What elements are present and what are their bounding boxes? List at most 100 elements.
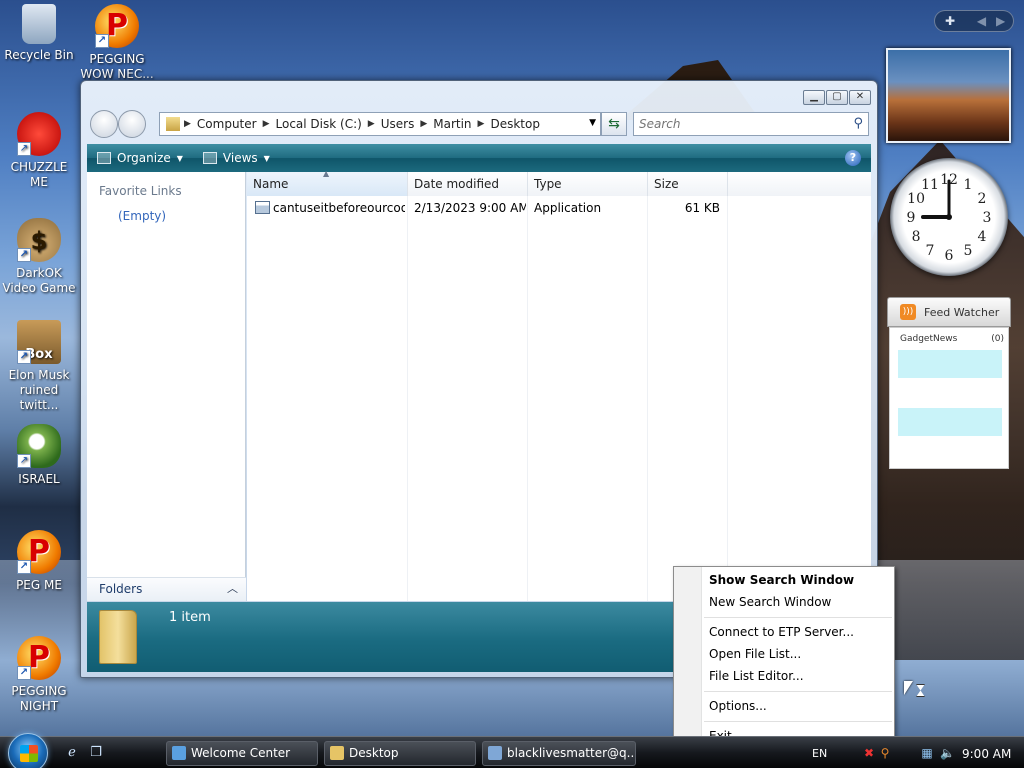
menu-item-new-search-window[interactable]: New Search Window [709, 592, 831, 612]
desktop-icon-label: DarkOK Video Game [2, 266, 76, 295]
close-button[interactable]: ✕ [849, 90, 871, 105]
task-email[interactable]: blacklivesmatter@q... [482, 741, 636, 766]
desktop-icon-label: PEGGING WOW NEC... [80, 52, 154, 81]
file-list: Name Date modified Type Size ▲ cantuseit… [247, 169, 871, 601]
clock-numeral: 3 [983, 210, 992, 226]
forward-button[interactable] [118, 110, 146, 138]
column-divider [727, 196, 728, 601]
desktop-icon-chuzzle[interactable]: ↗ CHUZZLE ME [0, 112, 78, 190]
address-dropdown-icon[interactable]: ▼ [589, 118, 596, 128]
menu-item-connect-etp[interactable]: Connect to ETP Server... [709, 622, 854, 642]
search-tray-icon[interactable]: ⚲ [878, 746, 892, 760]
search-input[interactable] [634, 113, 834, 135]
chevron-left-icon[interactable]: ◀ [977, 14, 986, 28]
internet-explorer-icon[interactable]: ℯ [64, 745, 80, 761]
mail-icon [488, 746, 502, 760]
address-bar[interactable]: ▶ Computer ▶ Local Disk (C:) ▶ Users ▶ M… [159, 112, 601, 136]
menu-separator [704, 617, 892, 618]
breadcrumb-users[interactable]: Users [375, 117, 421, 131]
start-button[interactable] [8, 733, 48, 768]
feed-body: GadgetNews (0) [889, 327, 1009, 469]
breadcrumb-martin[interactable]: Martin [427, 117, 477, 131]
task-desktop[interactable]: Desktop [324, 741, 476, 766]
add-gadget-icon[interactable]: ✚ [945, 14, 955, 28]
menu-item-open-file-list[interactable]: Open File List... [709, 644, 801, 664]
clock-gadget[interactable]: 123456789101112 [890, 158, 1008, 276]
help-icon[interactable]: ? [845, 150, 861, 166]
clock-face: 123456789101112 [907, 172, 992, 264]
network-icon[interactable]: ▦ [920, 746, 934, 760]
sort-up-icon: ▲ [323, 169, 330, 178]
column-header-type[interactable]: Type [528, 172, 648, 196]
menu-item-options[interactable]: Options... [709, 696, 767, 716]
menu-item-file-list-editor[interactable]: File List Editor... [709, 666, 804, 686]
maximize-button[interactable]: ▢ [826, 90, 848, 105]
file-type-cell: Application [534, 201, 602, 215]
breadcrumb-local-disk[interactable]: Local Disk (C:) [270, 117, 368, 131]
column-divider [407, 196, 408, 601]
column-header-date[interactable]: Date modified [408, 172, 528, 196]
clock-center [946, 214, 952, 220]
desktop-icon-elon[interactable]: Box ↗ Elon Musk ruined twitt... [0, 320, 78, 413]
volume-icon[interactable]: 🔈 [940, 746, 955, 760]
system-tray: EN ✖ ⚲ ▦ 🔈 9:00 AM [808, 742, 1020, 766]
box-game-icon: Box ↗ [17, 320, 61, 364]
feed-source: GadgetNews [900, 334, 958, 344]
column-header-size[interactable]: Size [648, 172, 728, 196]
language-indicator[interactable]: EN [812, 747, 827, 760]
clock-numeral: 7 [926, 243, 935, 259]
desktop-icon-peg-me[interactable]: P ↗ PEG ME [0, 530, 78, 593]
menu-item-show-search-window[interactable]: Show Search Window [709, 570, 854, 590]
feed-header: ))) Feed Watcher [887, 297, 1011, 327]
shortcut-arrow-icon: ↗ [17, 350, 31, 364]
desktop-icon-israel[interactable]: ↗ ISRAEL [0, 424, 78, 487]
desktop-icon-pegging-wow[interactable]: P ↗ PEGGING WOW NEC... [78, 4, 156, 82]
desktop-icon-label: PEGGING NIGHT [11, 684, 67, 713]
table-row[interactable]: cantuseitbeforeourcoo... 2/13/2023 9:00 … [247, 198, 727, 218]
chevron-down-icon: ▼ [176, 153, 183, 163]
back-button[interactable] [90, 110, 118, 138]
folder-icon [166, 117, 180, 131]
clock-numeral: 6 [945, 248, 954, 264]
sidebar-controls[interactable]: ✚ ◀ ▶ [934, 10, 1014, 32]
shortcut-arrow-icon: ↗ [17, 560, 31, 574]
recycle-bin-icon [22, 4, 56, 44]
desktop-icon-pegging-night[interactable]: P ↗ PEGGING NIGHT [0, 636, 78, 714]
breadcrumb-arrow-icon: ▶ [184, 119, 191, 129]
file-name-cell: cantuseitbeforeourcoo... [255, 198, 405, 218]
minimize-button[interactable]: ▁ [803, 90, 825, 105]
organize-button[interactable]: Organize ▼ [87, 144, 193, 172]
clock-numeral: 5 [964, 243, 973, 259]
breadcrumb-computer[interactable]: Computer [191, 117, 263, 131]
feed-count: (0) [991, 334, 1004, 344]
taskbar-clock[interactable]: 9:00 AM [962, 747, 1011, 761]
security-alert-icon[interactable]: ✖ [862, 746, 876, 760]
desktop-icon-label: CHUZZLE ME [10, 160, 68, 189]
breadcrumb-desktop[interactable]: Desktop [484, 117, 546, 131]
views-button[interactable]: Views ▼ [193, 144, 280, 172]
folders-toggle[interactable]: Folders ︿ [87, 577, 246, 601]
search-box[interactable]: ⚲ [633, 112, 869, 136]
desktop-icon-recycle-bin[interactable]: Recycle Bin [0, 4, 78, 63]
feed-item[interactable] [898, 350, 1002, 378]
money-bag-icon: $ ↗ [17, 218, 61, 262]
chevron-right-icon[interactable]: ▶ [996, 14, 1005, 28]
file-date-cell: 2/13/2023 9:00 AM [414, 201, 526, 215]
menu-separator [704, 721, 892, 722]
slideshow-gadget[interactable] [886, 48, 1011, 143]
chevron-up-icon: ︿ [227, 582, 238, 595]
application-icon [255, 201, 270, 214]
breadcrumb-arrow-icon: ▶ [477, 119, 485, 129]
search-icon[interactable]: ⚲ [853, 116, 863, 131]
feed-item[interactable] [898, 408, 1002, 436]
windows-logo-icon [20, 745, 38, 762]
task-welcome-center[interactable]: Welcome Center [166, 741, 318, 766]
peggle-ball-icon: P ↗ [95, 4, 139, 48]
show-desktop-icon[interactable]: ❐ [88, 745, 104, 761]
refresh-button[interactable]: ⇆ [601, 112, 627, 136]
feed-watcher-gadget[interactable]: ))) Feed Watcher GadgetNews (0) [887, 297, 1011, 471]
shortcut-arrow-icon: ↗ [17, 666, 31, 680]
desktop-icon-darkok[interactable]: $ ↗ DarkOK Video Game [0, 218, 78, 296]
item-count: 1 item [169, 610, 211, 625]
views-icon [202, 152, 217, 164]
